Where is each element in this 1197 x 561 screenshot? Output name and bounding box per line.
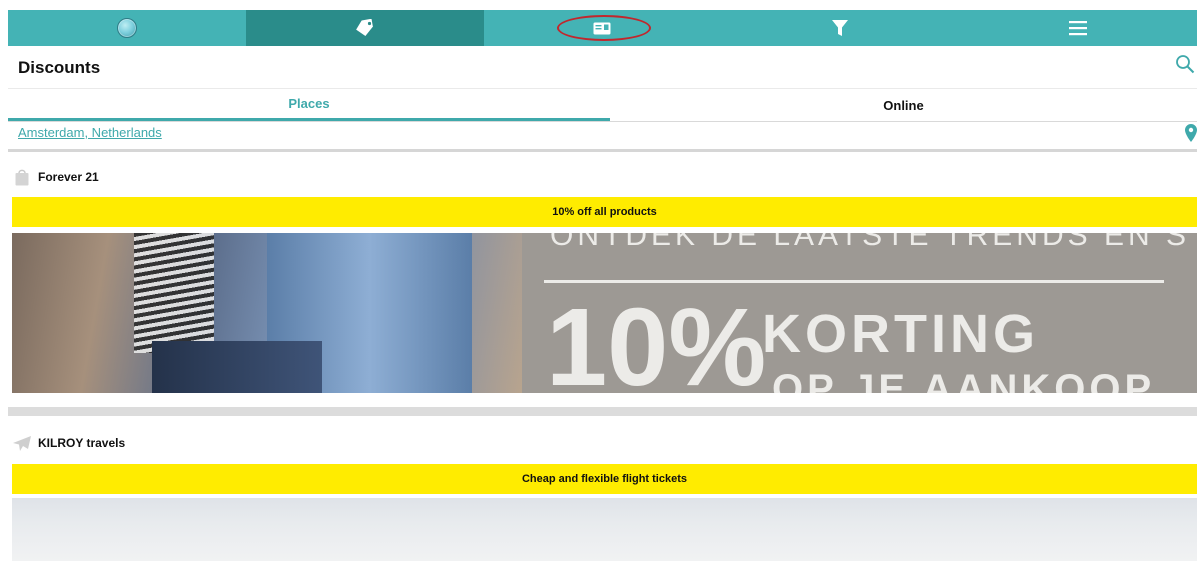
nav-menu-button[interactable] xyxy=(959,10,1197,46)
shopping-bag-icon xyxy=(15,169,29,186)
nav-discounts-button[interactable] xyxy=(245,10,484,46)
section-divider xyxy=(8,407,1197,416)
map-pin-icon[interactable] xyxy=(1185,124,1197,142)
promo-text: Cheap and flexible flight tickets xyxy=(521,473,688,485)
offer-name: KILROY travels xyxy=(38,436,126,450)
tab-places[interactable]: Places xyxy=(8,89,610,121)
nav-card-button[interactable] xyxy=(484,10,722,46)
page-title: Discounts xyxy=(18,58,101,77)
promo-text: 10% off all products xyxy=(552,206,657,218)
promo-bar[interactable]: 10% off all products xyxy=(12,197,1197,227)
section-divider xyxy=(8,149,1197,152)
location-link[interactable]: Amsterdam, Netherlands xyxy=(18,125,162,140)
page-header: Discounts xyxy=(8,46,1197,88)
banner-text: KORTING xyxy=(762,304,1039,364)
offer-banner-image[interactable] xyxy=(12,498,1197,561)
nav-filter-button[interactable] xyxy=(721,10,959,46)
tab-bar: Places Online xyxy=(8,88,1197,122)
tab-online[interactable]: Online xyxy=(610,89,1197,121)
globe-icon xyxy=(116,18,137,38)
banner-text: 10% xyxy=(546,286,767,394)
offer-header[interactable]: KILROY travels xyxy=(12,431,125,455)
banner-text: OP JE AANKOOP xyxy=(772,367,1156,393)
highlight-annotation-ring xyxy=(556,15,651,41)
offer-header[interactable]: Forever 21 xyxy=(12,165,99,189)
filter-icon xyxy=(832,20,849,36)
airplane-icon xyxy=(13,436,31,451)
promo-bar[interactable]: Cheap and flexible flight tickets xyxy=(12,464,1197,494)
search-icon[interactable] xyxy=(1175,54,1195,74)
banner-text: ONTDEK DE LAATSTE TRENDS EN STYLES xyxy=(550,233,1197,252)
hamburger-menu-icon xyxy=(1069,21,1088,36)
location-bar: Amsterdam, Netherlands xyxy=(8,121,1197,149)
nav-home-button[interactable] xyxy=(8,10,246,46)
tag-icon xyxy=(355,19,373,37)
top-navigation-bar xyxy=(8,10,1197,46)
offer-name: Forever 21 xyxy=(38,170,99,184)
offer-banner-image[interactable]: ONTDEK DE LAATSTE TRENDS EN STYLES 10% K… xyxy=(12,233,1197,393)
